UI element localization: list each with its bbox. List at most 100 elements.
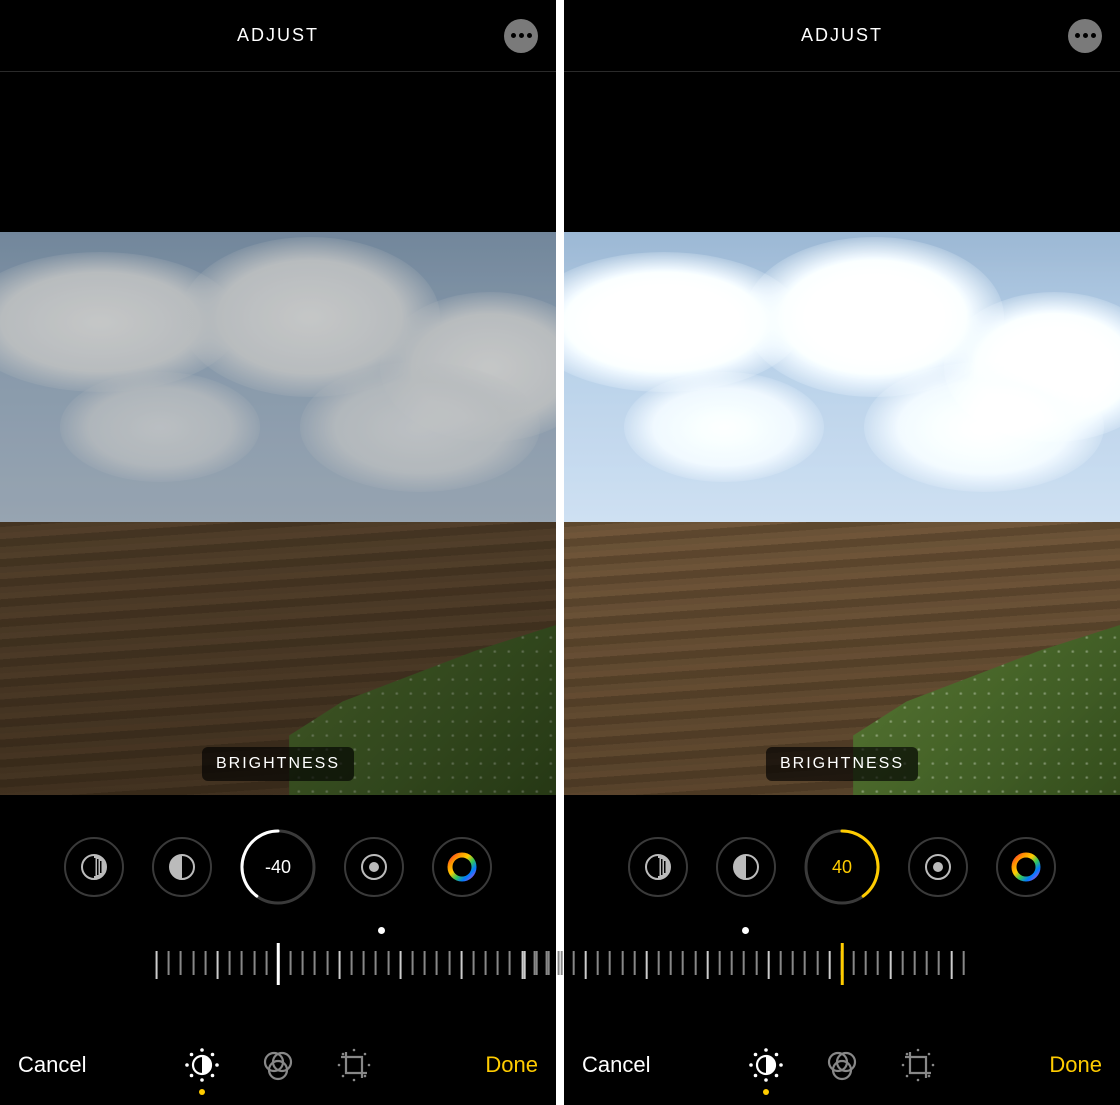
blackpoint-dial[interactable]	[344, 837, 404, 897]
contrast-dial[interactable]	[152, 837, 212, 897]
ruler-tick	[351, 951, 353, 975]
ruler-tick	[253, 951, 255, 975]
photo-preview[interactable]: BRIGHTNESS	[564, 72, 1120, 795]
filters-mode-icon[interactable]	[258, 1045, 298, 1085]
adjustment-label: BRIGHTNESS	[202, 747, 354, 781]
ruler-tick	[217, 951, 219, 979]
ruler-tick	[719, 951, 721, 975]
ruler-tick	[180, 951, 182, 975]
ruler-tick	[338, 951, 340, 979]
cancel-button[interactable]: Cancel	[18, 1052, 86, 1078]
crop-mode-icon[interactable]	[334, 1045, 374, 1085]
header: ADJUST	[564, 0, 1120, 72]
ruler-tick	[962, 951, 964, 975]
ruler-tick	[424, 951, 426, 975]
ruler-tick	[804, 951, 806, 975]
ruler-tick	[926, 951, 928, 975]
photo-preview[interactable]: BRIGHTNESS	[0, 72, 556, 795]
brightness-dial[interactable]: 40	[804, 829, 880, 905]
shadows-dial[interactable]	[628, 837, 688, 897]
value-slider[interactable]	[0, 943, 556, 989]
bottom-bar: Cancel Done	[564, 1025, 1120, 1105]
ruler-tick	[585, 951, 587, 979]
done-button[interactable]: Done	[485, 1052, 538, 1078]
ruler-tick	[192, 951, 194, 975]
ruler-tick	[204, 951, 206, 975]
ruler-tick	[363, 951, 365, 975]
ruler-tick	[755, 951, 757, 975]
ruler-tick	[609, 951, 611, 975]
ruler-tick	[497, 951, 499, 975]
adjustment-dials: 40	[564, 819, 1120, 915]
ruler-tick	[633, 951, 635, 975]
more-options-button[interactable]	[504, 19, 538, 53]
ruler-tick	[314, 951, 316, 975]
ruler-tick	[914, 951, 916, 975]
ruler-tick	[682, 951, 684, 975]
header-title: ADJUST	[237, 25, 319, 46]
ruler-tick	[156, 951, 158, 979]
adjust-mode-icon[interactable]	[182, 1045, 222, 1085]
contrast-dial[interactable]	[716, 837, 776, 897]
filters-mode-icon[interactable]	[822, 1045, 862, 1085]
adjustment-label-pill: BRIGHTNESS	[202, 747, 354, 781]
ruler-tick	[265, 951, 267, 975]
slider-cursor	[277, 943, 280, 985]
value-slider[interactable]	[564, 943, 1120, 989]
ruler-tick	[572, 951, 574, 975]
ruler-tick	[302, 951, 304, 975]
ruler-tick	[597, 951, 599, 975]
ruler-tick	[792, 951, 794, 975]
ruler-tick	[938, 951, 940, 975]
ruler-tick	[448, 951, 450, 975]
ruler-tick	[780, 951, 782, 975]
bottom-bar: Cancel Done	[0, 1025, 556, 1105]
adjust-mode-icon[interactable]	[746, 1045, 786, 1085]
ruler-tick	[901, 951, 903, 975]
ruler-tick	[485, 951, 487, 975]
ruler-tick	[865, 951, 867, 975]
ruler-tick	[387, 951, 389, 975]
active-mode-indicator	[763, 1089, 769, 1095]
ruler-tick	[524, 951, 526, 979]
brightness-dial[interactable]: -40	[240, 829, 316, 905]
ruler-tick	[229, 951, 231, 975]
saturation-dial[interactable]	[996, 837, 1056, 897]
adjustment-label-pill: BRIGHTNESS	[766, 747, 918, 781]
ruler-tick	[706, 951, 708, 979]
ruler-tick	[460, 951, 462, 979]
ruler-tick	[658, 951, 660, 975]
ruler-tick	[536, 951, 538, 975]
adjustment-label: BRIGHTNESS	[766, 747, 918, 781]
ruler-tick	[509, 951, 511, 975]
done-button[interactable]: Done	[1049, 1052, 1102, 1078]
ruler-tick	[731, 951, 733, 975]
ruler-tick	[877, 951, 879, 975]
slider-cursor	[841, 943, 844, 985]
ruler-tick	[560, 951, 562, 975]
ruler-tick	[399, 951, 401, 979]
crop-mode-icon[interactable]	[898, 1045, 938, 1085]
ruler-tick	[743, 951, 745, 975]
ruler-tick	[472, 951, 474, 975]
more-options-button[interactable]	[1068, 19, 1102, 53]
ruler-tick	[621, 951, 623, 975]
ruler-tick	[889, 951, 891, 979]
ruler-tick	[828, 951, 830, 979]
ruler-tick	[646, 951, 648, 979]
blackpoint-dial[interactable]	[908, 837, 968, 897]
cancel-button[interactable]: Cancel	[582, 1052, 650, 1078]
shadows-dial[interactable]	[64, 837, 124, 897]
ruler-tick	[375, 951, 377, 975]
ruler-tick	[412, 951, 414, 975]
controls: -40 Cancel Done	[0, 795, 556, 1105]
ruler-tick	[436, 951, 438, 975]
adjustment-dials: -40	[0, 819, 556, 915]
ruler-tick	[241, 951, 243, 975]
zero-marker-dot	[742, 927, 749, 934]
saturation-dial[interactable]	[432, 837, 492, 897]
ruler-tick	[548, 951, 550, 975]
ruler-tick	[767, 951, 769, 979]
controls: 40 Cancel Done	[564, 795, 1120, 1105]
ruler-tick	[694, 951, 696, 975]
